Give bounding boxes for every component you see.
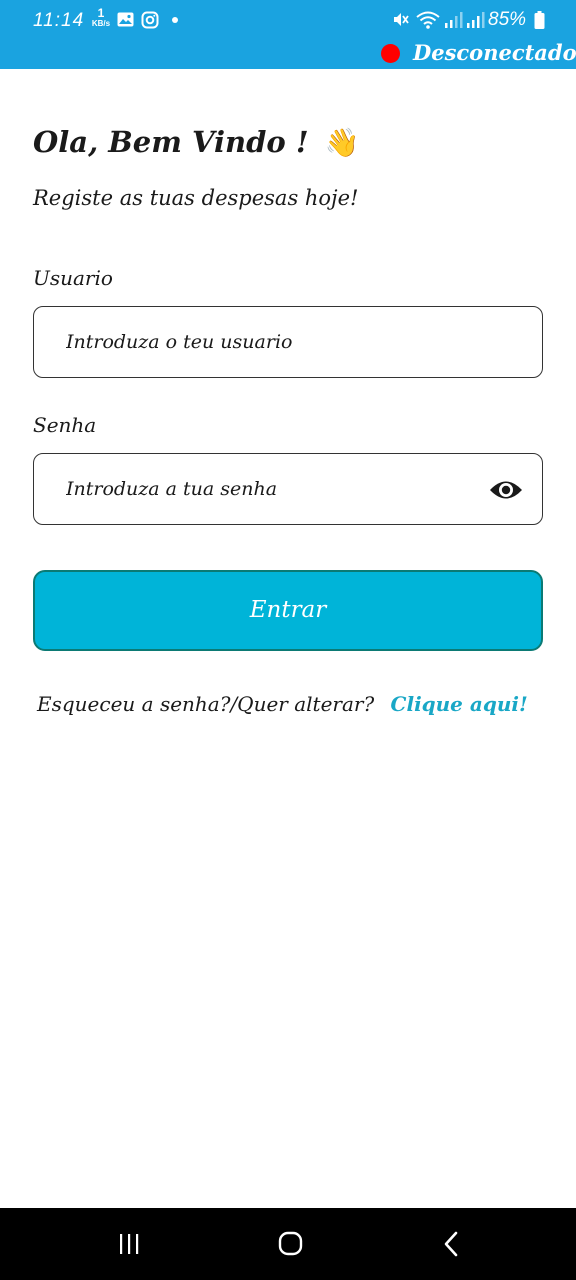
network-speed: 1 KB/s	[89, 6, 113, 28]
forgot-password-text: Esqueceu a senha?/Quer alterar?	[37, 692, 375, 716]
gallery-icon	[117, 12, 134, 27]
forgot-password-link[interactable]: Clique aqui!	[391, 692, 528, 716]
waving-hand-icon: 👋	[324, 126, 360, 159]
login-button[interactable]: Entrar	[33, 570, 543, 651]
mute-icon	[394, 13, 409, 26]
connection-status-bar: Desconectado	[0, 38, 576, 69]
signal-icon	[445, 12, 463, 28]
connection-status-dot	[381, 44, 400, 63]
wifi-icon	[416, 11, 440, 29]
password-field[interactable]	[33, 453, 543, 525]
instagram-icon	[141, 11, 159, 29]
username-input[interactable]	[66, 327, 486, 357]
page-title: Ola, Bem Vindo ! 👋	[33, 125, 360, 159]
username-label: Usuario	[33, 266, 113, 290]
network-speed-unit: KB/s	[91, 19, 111, 28]
home-icon[interactable]	[278, 1231, 303, 1256]
signal-icon	[467, 12, 485, 28]
connection-status-label: Desconectado	[413, 40, 576, 65]
navigation-bar	[0, 1208, 576, 1280]
eye-icon[interactable]	[489, 476, 523, 504]
battery-percent: 85%	[488, 9, 527, 30]
clock: 11:14	[33, 10, 85, 31]
back-icon[interactable]	[442, 1230, 460, 1258]
recents-icon[interactable]	[117, 1232, 141, 1256]
username-field[interactable]	[33, 306, 543, 378]
notification-dot	[172, 17, 178, 23]
page-subtitle: Registe as tuas despesas hoje!	[33, 186, 359, 210]
network-speed-value: 1	[97, 6, 105, 20]
page-title-text: Ola, Bem Vindo !	[33, 125, 309, 159]
password-label: Senha	[33, 413, 97, 437]
forgot-password-row: Esqueceu a senha?/Quer alterar? Clique a…	[37, 692, 528, 716]
battery-icon	[534, 11, 545, 29]
status-bar: 11:14 1 KB/s 85%	[0, 0, 576, 38]
password-input[interactable]	[66, 474, 486, 504]
